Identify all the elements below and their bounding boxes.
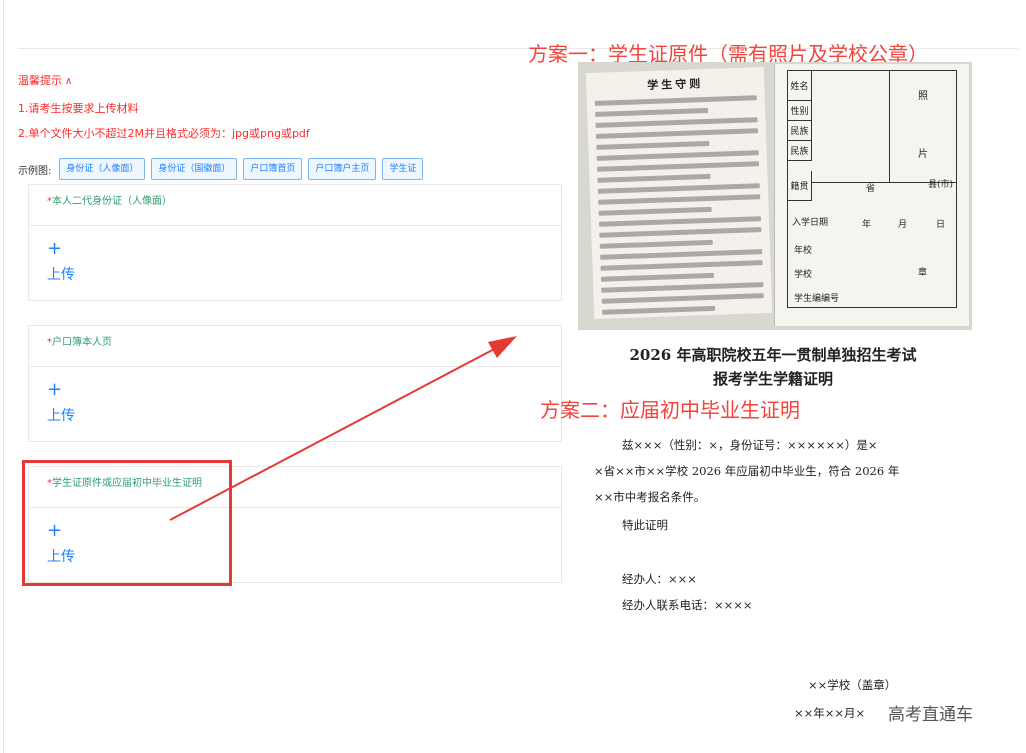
upload-card-header: *户口簿本人页 [29,326,561,367]
example-household-head-button[interactable]: 户口簿户主页 [308,158,377,180]
cert-title-line2: 报考学生学籍证明 [712,370,833,388]
plus-icon: + [47,238,63,259]
student-info-table: 姓名 性别 民族 民族 照 片 籍贯 省 县(市) 入学日期 年 月 日 年校 … [787,70,957,308]
label-month: 月 [898,220,908,230]
example-images-row: 示例图: 身份证（人像面） 身份证（国徽面） 户口簿首页 户口簿户主页 学生证 [18,158,424,180]
chevron-up-icon: ∧ [65,76,73,87]
student-rules-page: 学生守则 [585,66,773,320]
label-gender: 性别 [788,101,812,121]
label-county: 县(市) [928,180,954,190]
student-info-page: 姓名 性别 民族 民族 照 片 籍贯 省 县(市) 入学日期 年 月 日 年校 … [774,64,969,326]
upload-card-id-front: *本人二代身份证（人像面） + 上传 [28,184,562,301]
upload-card-title: *本人二代身份证（人像面） [47,196,172,207]
label-school-1: 年校 [794,246,813,256]
upload-label: 上传 [47,267,75,283]
cert-body-1: 兹×××（性别：×，身份证号：××××××）是× [622,438,878,452]
example-id-front-button[interactable]: 身份证（人像面） [59,158,146,180]
examples-label: 示例图: [18,165,52,177]
cert-seal: ××学校（盖章） [808,678,897,692]
photo-label-2: 片 [918,149,928,160]
highlight-box [22,460,232,586]
upload-dropzone[interactable]: + 上传 [29,367,561,441]
tips-header[interactable]: 温馨提示 ∧ [18,72,72,88]
rules-title: 学生守则 [647,77,704,93]
label-day: 日 [936,220,946,230]
upload-card-household: *户口簿本人页 + 上传 [28,325,562,442]
example-household-first-button[interactable]: 户口簿首页 [243,158,303,180]
label-year: 年 [862,220,872,230]
upload-dropzone[interactable]: + 上传 [29,226,561,300]
label-native: 籍贯 [788,171,812,201]
plus-icon: + [47,379,63,400]
label-stamp: 章 [918,268,928,278]
photo-label-1: 照 [918,91,928,102]
page-left-border [3,0,4,753]
tip-line-1: 1.请考生按要求上传材料 [18,102,139,115]
watermark: 高考直通车 [888,705,973,725]
cert-date: ××年××月× [794,706,866,720]
tips-header-label: 温馨提示 [18,74,62,87]
example-student-card-button[interactable]: 学生证 [382,158,424,180]
cert-body-2: ×省××市××学校 2026 年应届初中毕业生，符合 2026 年 [594,464,900,478]
label-name: 姓名 [788,71,812,101]
cert-title-line1: 2026 年高职院校五年一贯制单独招生考试 [629,346,917,364]
upload-card-title: *户口簿本人页 [47,337,112,348]
cert-phone: 经办人联系电话：×××× [622,598,753,612]
label-enroll-date: 入学日期 [792,218,829,228]
upload-label: 上传 [47,408,75,424]
upload-card-header: *本人二代身份证（人像面） [29,185,561,226]
example-id-back-button[interactable]: 身份证（国徽面） [151,158,238,180]
photo-area: 照 片 [812,71,957,183]
label-school-2: 学校 [794,270,813,280]
cert-body-4: 特此证明 [622,518,668,532]
label-student-no: 学生编编号 [794,294,840,304]
label-ethnicity: 民族 [788,121,812,141]
tip-line-2: 2.单个文件大小不超过2M并且格式必须为：jpg或png或pdf [18,127,310,140]
label-province: 省 [866,184,876,194]
scheme2-title: 方案二：应届初中毕业生证明 [540,398,800,422]
student-card-photo: 学生守则 姓名 性别 民族 民族 照 片 籍贯 省 县(市) 入学日期 年 月 … [578,62,972,330]
photo-box: 照 片 [889,71,957,183]
cert-handler: 经办人：××× [622,572,697,586]
cert-body-3: ××市中考报名条件。 [594,490,706,504]
label-ethnicity-2: 民族 [788,141,812,161]
